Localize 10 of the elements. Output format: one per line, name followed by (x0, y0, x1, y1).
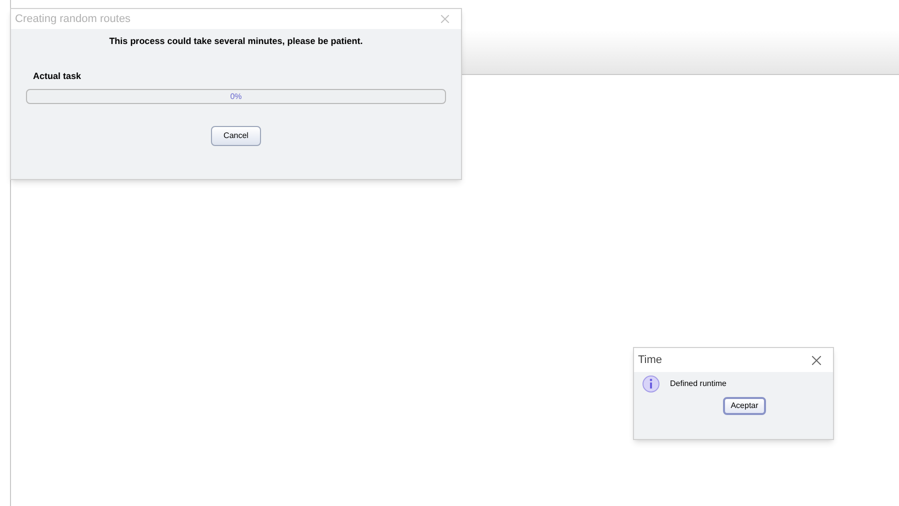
progress-reading: 0% (229, 91, 243, 103)
message-text: Defined runtime (670, 378, 726, 390)
message-text: This process could take several minutes, please be patient. (108, 35, 364, 48)
close-icon[interactable] (812, 356, 821, 364)
window-title: Time (638, 352, 662, 368)
task-label: Actual task (33, 70, 82, 82)
info-icon (642, 375, 660, 393)
dialog-button[interactable]: Cancel (210, 126, 262, 146)
dialog-button[interactable]: Aceptar (722, 397, 766, 415)
window-title: Creating random routes (15, 12, 131, 27)
